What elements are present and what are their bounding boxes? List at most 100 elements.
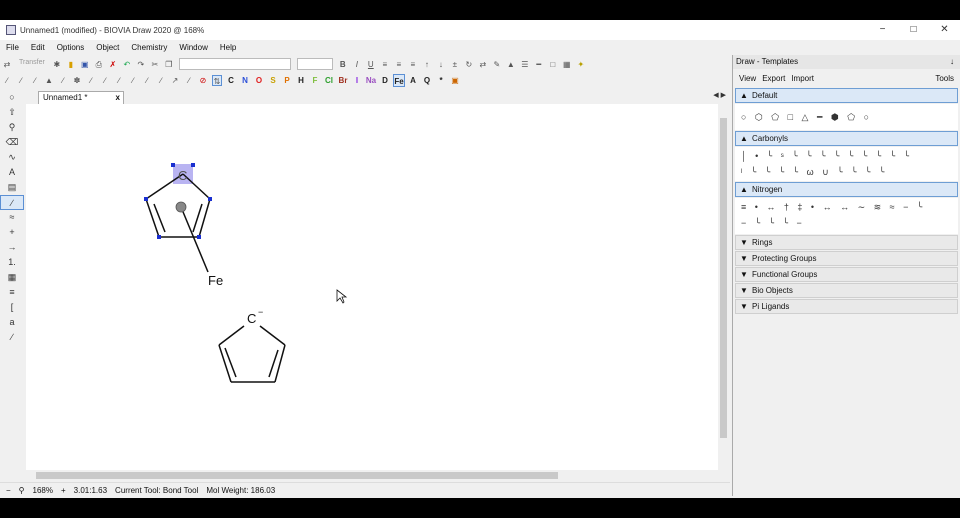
undo-icon[interactable]: ↶ [122,59,132,70]
menu-edit[interactable]: Edit [25,43,51,52]
bond-tool-icon[interactable]: ∕ [0,195,24,210]
select-icon[interactable]: ⇧ [0,105,24,120]
italic-icon[interactable]: I [352,59,362,70]
bold-bond-icon[interactable]: ✽ [72,75,82,86]
triple-bond-icon[interactable]: ∕ [30,75,40,86]
lasso-icon[interactable]: ○ [0,90,24,105]
section-default[interactable]: ▲ Default [735,88,958,103]
molecule-drawing[interactable]: C Fe C − [26,104,718,470]
element-f[interactable]: F [309,74,321,87]
selected-tool-icon[interactable]: ⇅ [212,74,222,86]
fill-icon[interactable]: ▲ [506,59,516,70]
wavy-tool-icon[interactable]: ≈ [0,210,24,225]
element-fe[interactable]: Fe [393,73,405,87]
zoom-plus[interactable]: + [61,486,66,495]
open-icon[interactable]: ▮ [66,59,76,70]
section-functional-groups[interactable]: ▼ Functional Groups [735,267,958,282]
plus-icon[interactable]: + [0,225,24,240]
menu-window[interactable]: Window [173,43,213,52]
single-bond-icon[interactable]: ∕ [86,75,96,86]
pin-icon[interactable]: ↓ [950,55,954,69]
export-button[interactable]: Export [762,74,785,83]
size-select[interactable] [296,58,333,70]
aromatic-bond-icon[interactable]: ∕ [114,75,124,86]
border-icon[interactable]: □ [548,59,558,70]
chain-icon[interactable]: ∕ [2,75,12,86]
anion-ring[interactable] [218,325,286,383]
element-a[interactable]: A [407,74,419,87]
transfer-button[interactable]: Transfer [17,58,47,70]
element-star[interactable]: * [435,74,447,87]
nitrogen-templates-row1[interactable]: ≡ • ↔ † ‡ • ↔ ↔ ∼ ≋ ≈ − ╰ [735,198,958,214]
superscript-icon[interactable]: ↑ [422,59,432,70]
menu-chemistry[interactable]: Chemistry [125,43,173,52]
nitrogen-templates-row2[interactable]: − ╰ ╰ ╰ − [735,214,958,234]
tab-nav-arrows[interactable]: ◀ ▶ [713,91,726,99]
close-button[interactable]: ✕ [929,20,960,40]
section-carbonyls[interactable]: ▲ Carbonyls [735,131,958,146]
pen-icon[interactable]: ✎ [492,59,502,70]
zoom-minus[interactable]: − [6,486,11,495]
element-cl[interactable]: Cl [323,74,335,87]
section-bio-objects[interactable]: ▼ Bio Objects [735,283,958,298]
atom-tool-icon[interactable]: A [0,165,24,180]
carbonyl-templates-row1[interactable]: │ • ╰ ˢ ╰ ╰ ╰ ╰ ╰ ╰ ╰ ╰ ╰ [735,147,958,163]
import-button[interactable]: Import [791,74,814,83]
subscript-icon[interactable]: ↓ [436,59,446,70]
align-right-icon[interactable]: ≡ [408,59,418,70]
bracket-icon[interactable]: [ [0,300,24,315]
flip-icon[interactable]: ⇄ [478,59,488,70]
menu-file[interactable]: File [0,43,25,52]
element-o[interactable]: O [253,74,265,87]
dative-bond-icon[interactable]: ∕ [142,75,152,86]
redo-icon[interactable]: ↷ [136,59,146,70]
align-left-icon[interactable]: ≡ [380,59,390,70]
view-button[interactable]: View [739,74,756,83]
zoom-icon[interactable]: ⚲ [0,120,24,135]
tools-button[interactable]: Tools [935,74,954,83]
double-bond-icon[interactable]: ∕ [16,75,26,86]
element-p[interactable]: P [281,74,293,87]
transfer-icon[interactable]: ⇄ [2,59,12,70]
hash-bond-icon[interactable]: ∕ [58,75,68,86]
arrow-icon[interactable]: → [0,240,24,255]
carbonyl-templates-row2[interactable]: ˡ ╰ ╰ ╰ ╰ ω ∪ ╰ ╰ ╰ ╰ [735,163,958,181]
element-na[interactable]: Na [365,74,377,87]
section-protecting-groups[interactable]: ▼ Protecting Groups [735,251,958,266]
horizontal-scrollbar[interactable] [26,470,718,482]
copy-icon[interactable]: ❐ [164,59,174,70]
element-n[interactable]: N [239,74,251,87]
new-icon[interactable]: ✱ [52,59,62,70]
table-icon[interactable]: ▦ [0,270,24,285]
cp-ring[interactable] [145,173,211,273]
section-pi-ligands[interactable]: ▼ Pi Ligands [735,299,958,314]
cut-icon[interactable]: ✂ [150,59,160,70]
line-style-icon[interactable]: ☰ [520,59,530,70]
any-bond-icon[interactable]: ∕ [100,75,110,86]
group-icon[interactable]: ▦ [562,59,572,70]
default-templates[interactable]: ○ ⬡ ⬠ □ △ ━ ⬢ ⬠ ○ [735,104,958,130]
eraser-icon[interactable]: ⌫ [0,135,24,150]
wedge-bond-icon[interactable]: ▲ [44,75,54,86]
print-icon[interactable]: ⎙ [94,59,104,70]
centroid-marker[interactable] [175,201,187,213]
charge-icon[interactable]: ± [450,59,460,70]
text-icon[interactable]: ≡ [0,285,24,300]
abc-icon[interactable]: a [0,315,24,330]
atom-c-top[interactable]: C [178,168,187,183]
dashed-bond-icon[interactable]: ∕ [128,75,138,86]
periodic-table-icon[interactable]: ▣ [450,75,460,86]
bold-icon[interactable]: B [338,59,348,70]
menu-options[interactable]: Options [51,43,91,52]
section-rings[interactable]: ▼ Rings [735,235,958,250]
chain-tool-icon[interactable]: ∿ [0,150,24,165]
align-center-icon[interactable]: ≡ [394,59,404,70]
underline-icon[interactable]: U [366,59,376,70]
element-d[interactable]: D [379,74,391,87]
arrow-bond-icon[interactable]: ↗ [170,75,180,86]
element-br[interactable]: Br [337,74,349,87]
tab-close-icon[interactable]: x [116,92,120,104]
menu-object[interactable]: Object [90,43,125,52]
vertical-scrollbar[interactable] [718,104,730,470]
rotate-icon[interactable]: ↻ [464,59,474,70]
